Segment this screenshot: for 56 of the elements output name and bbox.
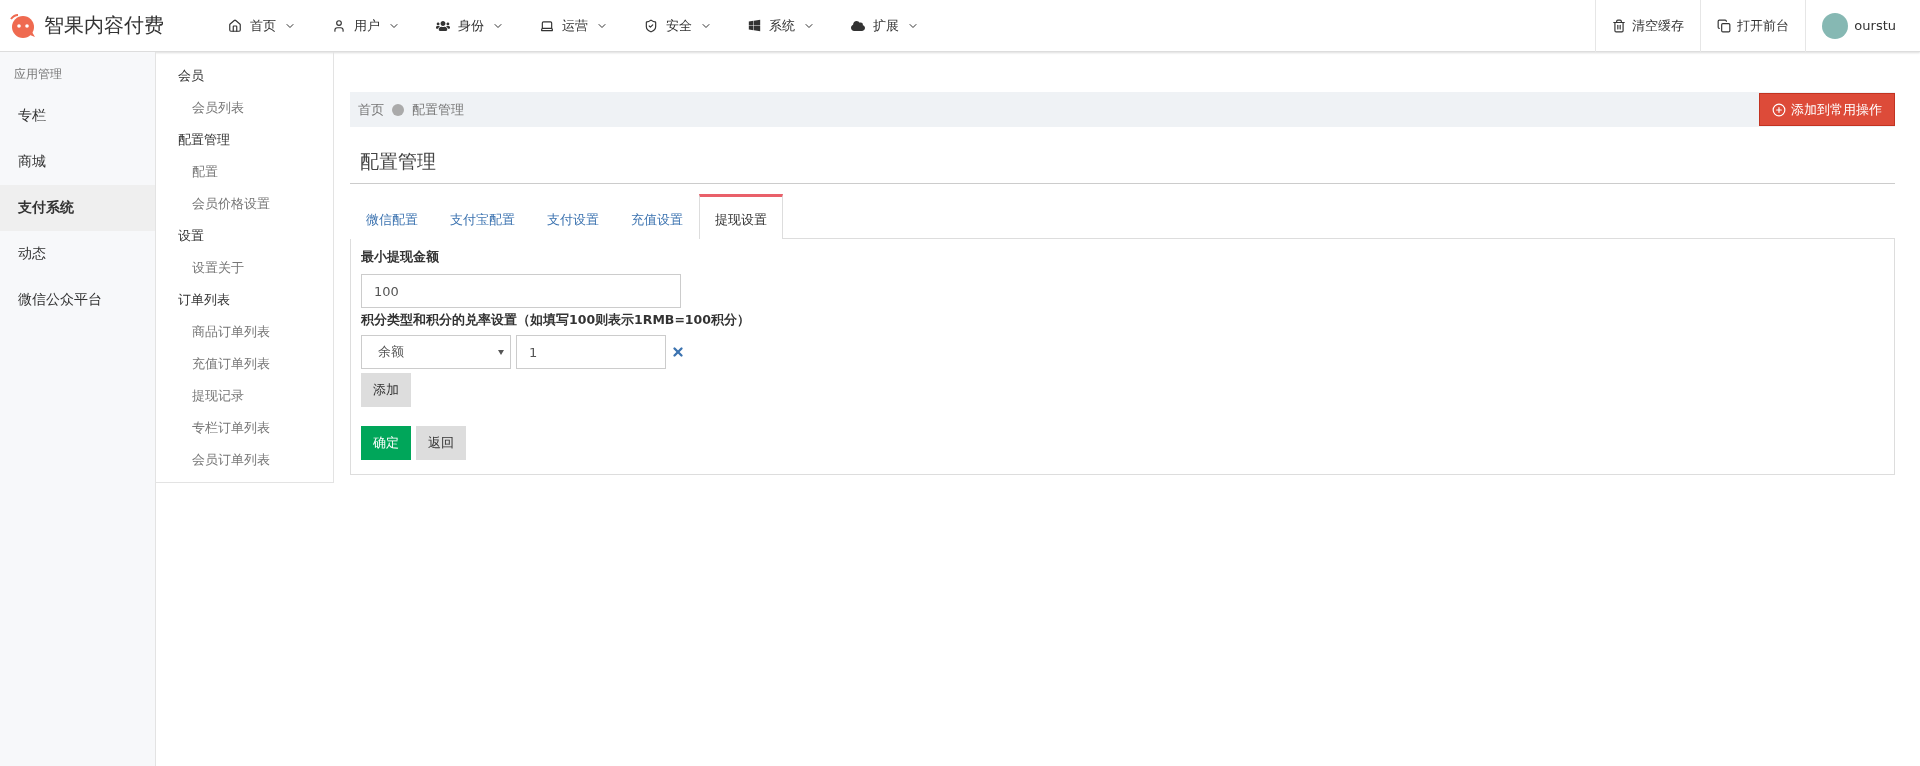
submenu-item[interactable]: 会员价格设置	[156, 188, 333, 220]
submenu-heading: 设置	[177, 227, 205, 245]
laptop-icon	[540, 18, 554, 33]
sidebar-item[interactable]: 专栏	[0, 93, 155, 139]
sidebar-heading: 应用管理	[13, 66, 63, 83]
nav-menu-item[interactable]: 系统	[730, 16, 833, 35]
sidebar-item[interactable]: 支付系统	[0, 185, 155, 231]
add-button[interactable]: 添加	[361, 373, 411, 407]
logo-icon	[8, 12, 36, 39]
submenu-item[interactable]: 提现记录	[156, 380, 333, 412]
page-title: 配置管理	[350, 127, 1895, 184]
user-menu[interactable]: ourstu	[1805, 0, 1920, 52]
nav-menu-item[interactable]: 安全	[626, 16, 730, 35]
submenu-item[interactable]: 配置	[156, 156, 333, 188]
tab[interactable]: 提现设置	[699, 194, 783, 239]
toolbar-link[interactable]: 打开前台	[1700, 0, 1806, 52]
submenu-item[interactable]: 设置关于	[156, 252, 333, 284]
submenu-heading: 配置管理	[177, 131, 231, 149]
submenu-heading: 会员	[177, 67, 205, 85]
field-label: 积分类型和积分的兑率设置（如填写100则表示1RMB=100积分）	[361, 312, 751, 329]
cloud-icon	[851, 18, 865, 33]
nav-menu-item[interactable]: 用户	[314, 16, 418, 35]
nav-menu-item[interactable]: 首页	[210, 16, 314, 35]
submenu-item[interactable]: 充值订单列表	[156, 348, 333, 380]
sidebar-item[interactable]: 动态	[0, 231, 155, 277]
submenu-item[interactable]: 专栏订单列表	[156, 412, 333, 444]
back-button[interactable]: 返回	[416, 426, 466, 460]
submenu-item[interactable]: 商品订单列表	[156, 316, 333, 348]
submenu-item[interactable]: 会员订单列表	[156, 444, 333, 476]
submenu-item[interactable]: 会员列表	[156, 92, 333, 124]
copy-icon	[1717, 18, 1732, 33]
sidebar-item[interactable]: 商城	[0, 139, 155, 185]
add-shortcut-button[interactable]: 添加到常用操作	[1759, 93, 1895, 126]
amount-input-field[interactable]: 100	[361, 274, 681, 308]
trash-icon	[1612, 18, 1627, 33]
nav-menu-item[interactable]: 身份	[418, 16, 522, 35]
user-icon	[332, 18, 346, 33]
type-select[interactable]: 余额	[361, 335, 511, 369]
breadcrumb-link[interactable]: 配置管理	[412, 100, 464, 119]
sidebar-item[interactable]: 微信公众平台	[0, 277, 155, 323]
home-icon	[228, 18, 242, 33]
shield-icon	[644, 18, 658, 33]
field-label: 最小提现金额	[361, 249, 440, 266]
close-icon[interactable]	[671, 345, 685, 359]
submenu-heading: 订单列表	[177, 291, 231, 309]
nav-menu-item[interactable]: 扩展	[833, 16, 937, 35]
rate-input-field[interactable]: 1	[516, 335, 666, 369]
avatar-icon	[1822, 12, 1849, 39]
separator-dot-icon	[392, 103, 404, 116]
windows-icon	[748, 19, 761, 32]
users-icon	[436, 18, 450, 33]
plus-circle-icon	[1772, 102, 1786, 117]
brand-name: 智果内容付费	[44, 12, 164, 39]
breadcrumb-link[interactable]: 首页	[358, 100, 384, 119]
nav-menu-item[interactable]: 运营	[522, 16, 626, 35]
toolbar-link[interactable]: 清空缓存	[1595, 0, 1701, 52]
